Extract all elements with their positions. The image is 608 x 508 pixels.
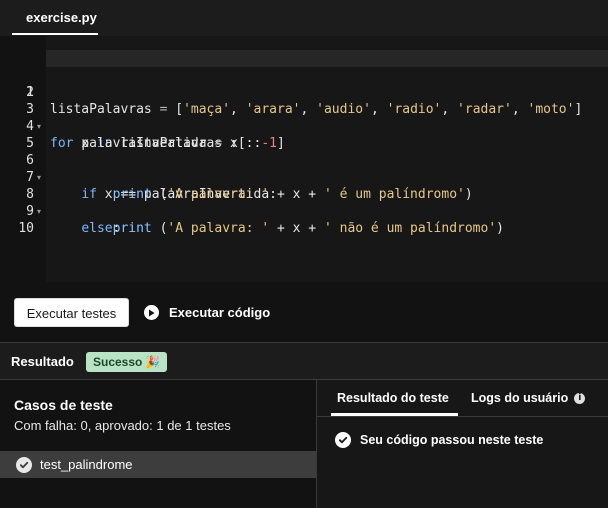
active-tab-indicator xyxy=(12,33,98,35)
pass-message: Seu código passou neste teste xyxy=(335,432,543,448)
line-number: 10 xyxy=(18,221,34,236)
code-line-2[interactable]: 2 xyxy=(0,67,608,100)
test-cases-title: Casos de teste xyxy=(14,397,113,413)
status-badge: Sucesso 🎉 xyxy=(86,352,168,372)
active-tab-indicator xyxy=(331,413,458,416)
test-result-panel: Resultado do teste Logs do usuário i Seu… xyxy=(317,380,608,508)
code-token: ' não é um palíndromo' xyxy=(323,221,497,236)
tab-user-logs[interactable]: Logs do usuário i xyxy=(471,380,586,416)
tab-user-logs-label: Logs do usuário xyxy=(471,391,569,405)
code-line-4[interactable]: 4 palavraInvertida = x[::-1] xyxy=(0,101,608,151)
code-token: print xyxy=(112,221,152,236)
test-cases-summary: Com falha: 0, aprovado: 1 de 1 testes xyxy=(14,418,231,433)
code-line-9[interactable]: 9 print ('A palavra: ' + x + ' não é um … xyxy=(0,186,608,236)
code-token: ) xyxy=(496,221,504,236)
pass-message-text: Seu código passou neste teste xyxy=(360,433,544,447)
code-line-8[interactable]: 8 ▾ else: xyxy=(0,169,608,236)
result-title: Resultado xyxy=(11,354,74,369)
code-line-7[interactable]: 7 print ('A palavra: ' + x + ' é um palí… xyxy=(0,152,608,202)
tab-test-result[interactable]: Resultado do teste xyxy=(337,380,449,416)
play-icon xyxy=(144,305,159,320)
code-editor[interactable]: 1 listaPalavras = ['maça', 'arara', 'aud… xyxy=(0,36,608,282)
code-token: + x + xyxy=(269,221,324,236)
file-tab-exercise[interactable]: exercise.py xyxy=(12,0,111,36)
code-line-3[interactable]: 3 ▾ for x in listaPalavras : xyxy=(0,84,608,151)
code-token: 'A palavra: ' xyxy=(167,221,270,236)
run-tests-button[interactable]: Executar testes xyxy=(14,298,129,327)
run-code-button[interactable]: Executar código xyxy=(144,298,270,327)
code-line-6[interactable]: 6 ▾ if x == palavraInvertida: xyxy=(0,135,608,202)
code-line-1[interactable]: 1 listaPalavras = ['maça', 'arara', 'aud… xyxy=(0,50,608,117)
editor-tab-bar: exercise.py xyxy=(0,0,608,36)
code-line-5[interactable]: 5 xyxy=(0,118,608,151)
party-popper-icon: 🎉 xyxy=(145,355,161,369)
code-line-10[interactable]: 10 xyxy=(0,203,608,236)
test-cases-panel: Casos de teste Com falha: 0, aprovado: 1… xyxy=(0,380,317,508)
info-icon[interactable]: i xyxy=(574,392,586,404)
test-case-item[interactable]: test_palindrome xyxy=(0,451,316,478)
check-circle-icon xyxy=(16,456,32,473)
run-code-label: Executar código xyxy=(169,305,271,320)
status-badge-label: Sucesso xyxy=(93,355,143,369)
code-token: ( xyxy=(151,221,168,236)
test-case-label: test_palindrome xyxy=(40,457,133,472)
result-header: Resultado Sucesso 🎉 xyxy=(0,342,608,380)
result-tabs: Resultado do teste Logs do usuário i xyxy=(317,380,608,417)
check-circle-icon xyxy=(335,432,351,448)
